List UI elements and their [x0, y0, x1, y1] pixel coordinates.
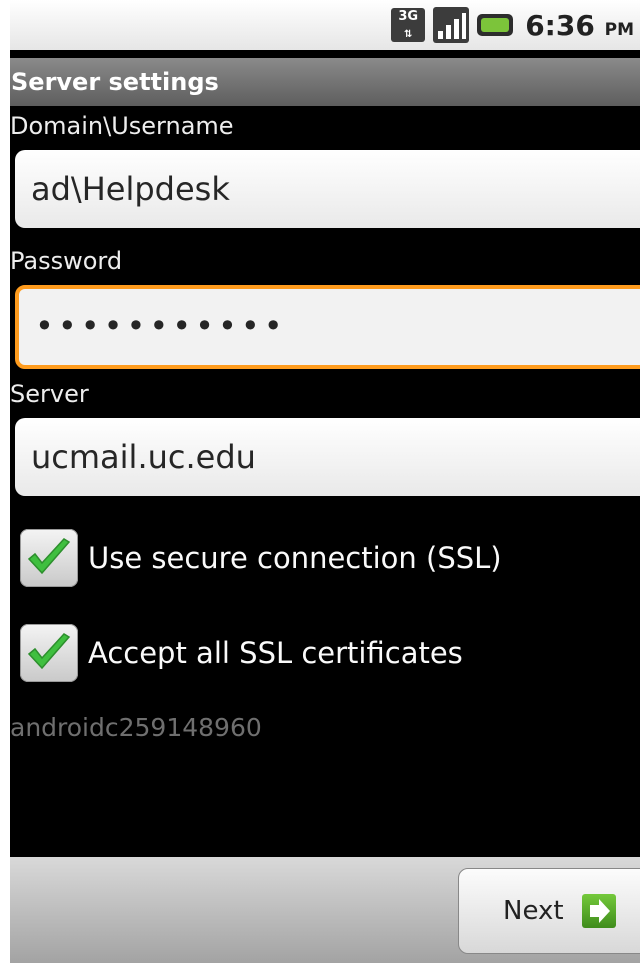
next-button[interactable]: Next — [458, 868, 640, 954]
status-clock: 6:36 PM — [525, 8, 634, 42]
page-title: Server settings — [10, 58, 640, 106]
network-3g-icon: 3G ⇅ — [391, 8, 426, 42]
device-id: androidc259148960 — [10, 713, 262, 742]
ssl-label: Use secure connection (SSL) — [88, 541, 502, 575]
password-field[interactable]: ••••••••••• — [15, 285, 640, 369]
arrow-right-icon — [581, 894, 616, 928]
checkmark-icon — [27, 633, 71, 670]
accept-certs-label: Accept all SSL certificates — [88, 636, 463, 670]
password-label: Password — [10, 247, 123, 275]
certs-option[interactable]: Accept all SSL certificates — [20, 624, 463, 682]
phone-screen: 3G ⇅ 6:36 PM Server settings Domain\User… — [10, 0, 640, 963]
checkmark-icon — [27, 538, 71, 575]
bottom-action-bar: Next — [10, 857, 640, 963]
signal-strength-icon — [433, 7, 470, 43]
ssl-option[interactable]: Use secure connection (SSL) — [20, 529, 502, 587]
accept-certs-checkbox[interactable] — [20, 624, 78, 682]
username-field[interactable]: ad\Helpdesk — [15, 150, 640, 228]
next-button-label: Next — [503, 896, 564, 926]
battery-charging-icon — [477, 14, 514, 36]
server-label: Server — [10, 380, 89, 408]
server-field[interactable]: ucmail.uc.edu — [15, 418, 640, 496]
status-bar: 3G ⇅ 6:36 PM — [10, 0, 640, 50]
ssl-checkbox[interactable] — [20, 529, 78, 587]
username-label: Domain\Username — [10, 112, 234, 140]
